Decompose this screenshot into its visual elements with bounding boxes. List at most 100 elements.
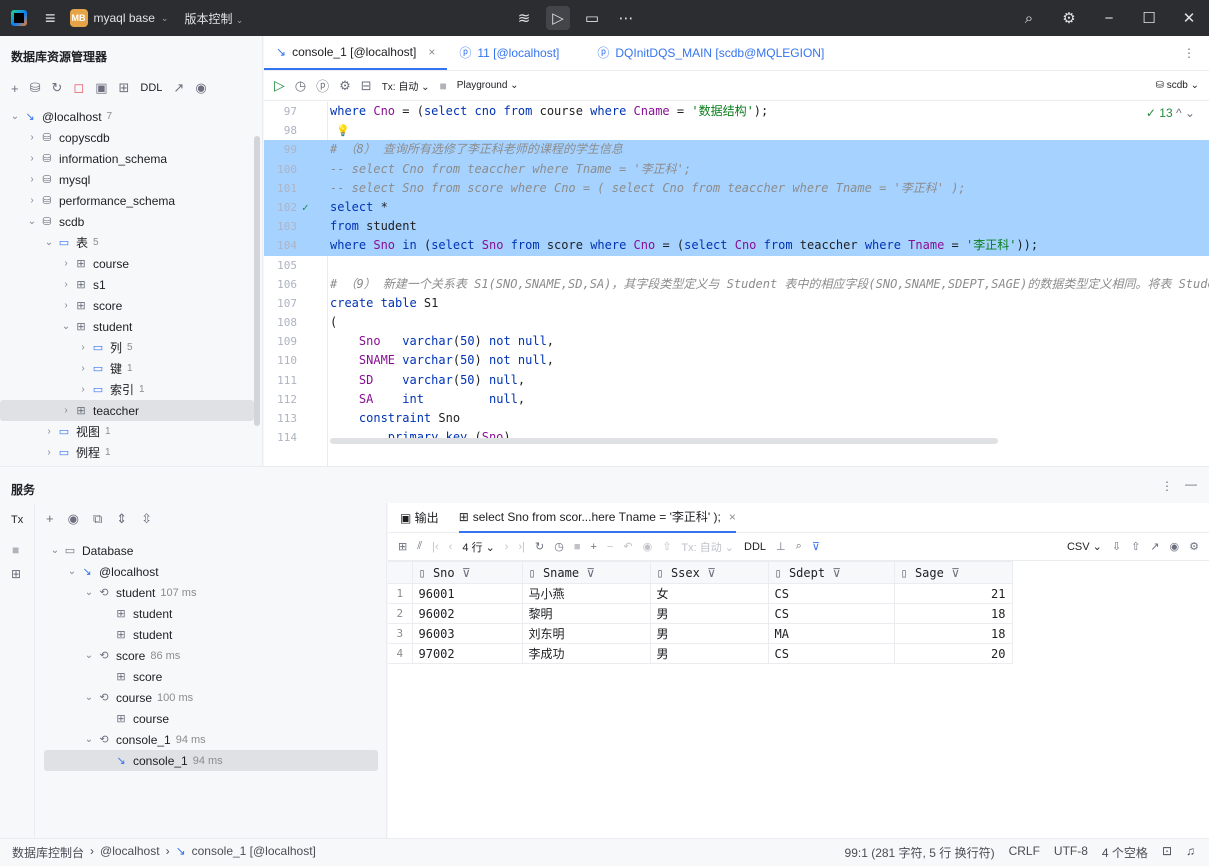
vcs-selector[interactable]: 版本控制 ⌄ xyxy=(184,10,243,27)
chevron-down-icon[interactable]: ⌄ xyxy=(48,545,62,556)
table-cell[interactable]: 李成功 xyxy=(521,643,651,664)
table-cell[interactable]: 男 xyxy=(649,623,769,644)
code-line[interactable]: 110 SNAME varchar(50) not null, xyxy=(264,351,1209,370)
table-cell[interactable]: 18 xyxy=(893,603,1013,624)
chart-icon[interactable]: ⫽ xyxy=(417,540,422,553)
chevron-right-icon[interactable]: › xyxy=(42,426,56,437)
tree-item[interactable]: › ▭ 视图 1 xyxy=(0,421,254,442)
chevron-down-icon[interactable]: ⌄ xyxy=(25,216,39,227)
code-line[interactable]: 113 constraint Sno xyxy=(264,409,1209,428)
chevron-down-icon[interactable]: ⌄ xyxy=(82,650,96,661)
indent-setting[interactable]: 4 个空格 xyxy=(1102,844,1148,861)
tab-console-1[interactable]: ↘ console_1 [@localhost] × xyxy=(264,35,448,70)
schema-dropdown[interactable]: ⛁ scdb ⌄ xyxy=(1156,80,1199,91)
service-item[interactable]: ↘ console_1 94 ms xyxy=(44,750,378,771)
tree-item[interactable]: › ▭ 索引 1 xyxy=(0,379,254,400)
table-cell[interactable]: 男 xyxy=(649,643,769,664)
delete-row-icon[interactable]: − xyxy=(607,541,613,553)
table-cell[interactable]: 96002 xyxy=(411,603,523,624)
close-button[interactable]: ✕ xyxy=(1169,9,1209,27)
table-cell[interactable]: CS xyxy=(767,643,895,664)
tx-mode-dropdown[interactable]: Tx: 自动 ⌄ xyxy=(382,78,430,93)
jump-icon[interactable]: ↗ xyxy=(173,80,184,96)
tree-item[interactable]: ⌄ ▭ 表 5 xyxy=(0,232,254,253)
search-icon[interactable]: ⌕ xyxy=(796,540,802,553)
service-item[interactable]: ⌄ ⟲ course 100 ms xyxy=(44,687,378,708)
code-line[interactable]: 102 select * ✓ xyxy=(264,197,1209,218)
explorer-scrollbar[interactable] xyxy=(254,136,260,426)
add-icon[interactable]: + xyxy=(11,81,19,96)
chevron-right-icon[interactable]: › xyxy=(59,405,73,416)
service-item[interactable]: ⌄ ▭ Database xyxy=(44,540,378,561)
chevron-down-icon[interactable]: ⌄ xyxy=(82,734,96,745)
chevron-right-icon[interactable]: › xyxy=(42,447,56,458)
stop-icon[interactable]: ■ xyxy=(440,79,447,93)
tab-11[interactable]: ⓟ 11 [@localhost] xyxy=(447,35,571,70)
table-cell[interactable]: 黎明 xyxy=(521,603,651,624)
refresh-icon[interactable]: ↻ xyxy=(52,80,63,96)
refresh-icon[interactable]: ↻ xyxy=(535,540,544,553)
code-line[interactable]: 112 SA int null, xyxy=(264,390,1209,409)
table-cell[interactable]: 96003 xyxy=(411,623,523,644)
chevron-right-icon[interactable]: › xyxy=(25,132,39,143)
tree-item[interactable]: ⌄ ↘ @localhost 7 xyxy=(0,106,254,127)
tree-item[interactable]: › ⛁ performance_schema xyxy=(0,190,254,211)
code-line[interactable]: 105 xyxy=(264,256,1209,275)
code-line[interactable]: 111 SD varchar(50) null, xyxy=(264,371,1209,390)
code-line[interactable]: 108 ( xyxy=(264,313,1209,332)
table-cell[interactable]: CS xyxy=(767,603,895,624)
results-icon[interactable]: ⊟ xyxy=(361,78,372,94)
table-view-icon[interactable]: ⊞ xyxy=(398,540,407,553)
service-item[interactable]: ⊞ course xyxy=(44,708,378,729)
more-icon[interactable]: ⋯ xyxy=(614,6,638,30)
new-tab-icon[interactable]: ⧉ xyxy=(93,511,102,527)
editor-hscrollbar[interactable] xyxy=(330,438,998,444)
code-line[interactable]: 98 💡 xyxy=(264,121,1209,140)
table-cell[interactable]: 女 xyxy=(649,583,769,604)
collapse-icon[interactable]: ⇳ xyxy=(141,511,152,527)
inspection-widget[interactable]: ✓ 13 ^ ⌄ xyxy=(1146,106,1195,120)
column-header[interactable]: ▯ Sage ⊽ xyxy=(893,561,1013,584)
minimize-icon[interactable]: — xyxy=(1185,477,1197,491)
code-line[interactable]: 107 create table S1 xyxy=(264,294,1209,313)
code-line[interactable]: 97 where Cno = (select cno from course wh… xyxy=(264,102,1209,121)
playground-dropdown[interactable]: Playground ⌄ xyxy=(457,80,519,91)
code-line[interactable]: 109 Sno varchar(50) not null, xyxy=(264,332,1209,351)
rows-dropdown[interactable]: 4 行 ⌄ xyxy=(462,539,494,555)
add-icon[interactable]: + xyxy=(46,511,54,527)
history-icon[interactable]: ◷ xyxy=(554,540,564,553)
csv-dropdown[interactable]: CSV ⌄ xyxy=(1067,540,1102,553)
expand-icon[interactable]: ⇕ xyxy=(116,511,127,527)
view-icon[interactable]: ◉ xyxy=(68,511,79,527)
table-cell[interactable]: 18 xyxy=(893,623,1013,644)
tx-dropdown[interactable]: Tx: 自动 ⌄ xyxy=(681,539,734,555)
explain-icon[interactable]: ⓟ xyxy=(316,76,329,95)
stop-icon[interactable]: ■ xyxy=(574,541,581,553)
ddl-button[interactable]: DDL xyxy=(744,541,766,553)
code-line[interactable]: 103 from student xyxy=(264,217,1209,237)
chevron-down-icon[interactable]: ⌄ xyxy=(82,587,96,598)
tree-item[interactable]: ⌄ ⛁ scdb xyxy=(0,211,254,232)
service-item[interactable]: ⌄ ⟲ score 86 ms xyxy=(44,645,378,666)
table-icon[interactable]: ⊞ xyxy=(119,80,130,96)
tree-item[interactable]: › ⛁ copyscdb xyxy=(0,127,254,148)
table-cell[interactable]: 20 xyxy=(893,643,1013,664)
service-item[interactable]: ⌄ ⟲ student 107 ms xyxy=(44,582,378,603)
code-editor[interactable]: 97 where Cno = (select cno from course wh… xyxy=(264,102,1209,482)
filter-icon[interactable]: ⊽ xyxy=(825,566,841,580)
revert-icon[interactable]: ↶ xyxy=(623,540,632,553)
lightbulb-icon[interactable]: 💡 xyxy=(336,121,350,140)
table-row[interactable]: 2 96002 黎明男 CS 18 xyxy=(388,603,1013,624)
column-header[interactable]: ▯ Sno ⊽ xyxy=(411,561,523,584)
datasource-icon[interactable]: ⛁ xyxy=(30,80,41,96)
chevron-down-icon[interactable]: ⌄ xyxy=(59,321,73,332)
more-icon[interactable]: ⋮ xyxy=(1183,46,1195,60)
tx-button[interactable]: Tx xyxy=(11,514,23,526)
download-icon[interactable]: ⇩ xyxy=(1112,540,1121,553)
search-icon[interactable]: ⌕ xyxy=(1009,10,1049,27)
maximize-button[interactable]: ☐ xyxy=(1129,9,1169,27)
column-header[interactable]: ▯ Sdept ⊽ xyxy=(767,561,895,584)
jump-icon[interactable]: ↗ xyxy=(1150,540,1159,553)
app-logo-icon[interactable] xyxy=(11,10,27,26)
file-encoding[interactable]: UTF-8 xyxy=(1054,844,1088,861)
